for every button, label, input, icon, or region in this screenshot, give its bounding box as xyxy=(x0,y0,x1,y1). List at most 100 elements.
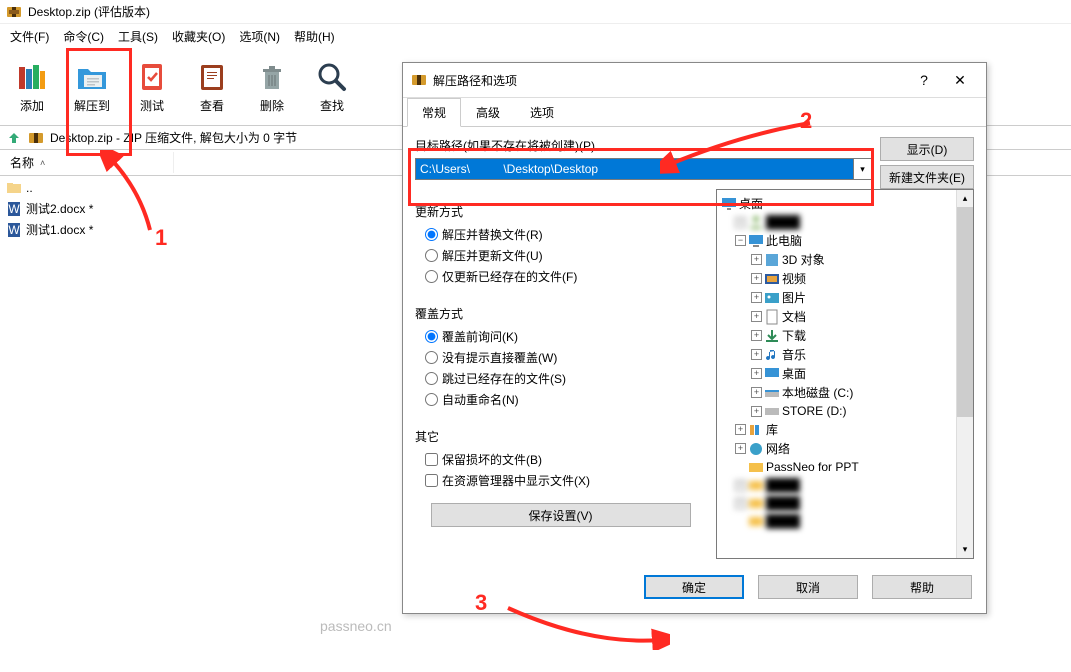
magnifier-icon xyxy=(316,61,348,93)
3d-icon xyxy=(764,252,780,268)
archive-icon xyxy=(28,130,44,146)
path-label: 目标路径(如果不存在将被创建)(P) xyxy=(415,137,872,154)
menu-options[interactable]: 选项(N) xyxy=(233,26,286,47)
menu-file[interactable]: 文件(F) xyxy=(4,26,55,47)
dialog-help-button[interactable]: ? xyxy=(906,69,942,91)
docx-icon: W xyxy=(6,201,22,217)
book-icon xyxy=(196,61,228,93)
tree-item-music[interactable]: +音乐 xyxy=(721,345,971,364)
user-icon xyxy=(748,214,764,230)
test-button[interactable]: 测试 xyxy=(122,51,182,123)
expand-icon[interactable]: + xyxy=(735,443,746,454)
tree-item-pictures[interactable]: +图片 xyxy=(721,288,971,307)
expand-icon[interactable]: + xyxy=(735,217,746,228)
tab-options[interactable]: 选项 xyxy=(515,98,569,127)
dialog-titlebar: 解压路径和选项 ? ✕ xyxy=(403,63,986,98)
save-settings-button[interactable]: 保存设置(V) xyxy=(431,503,691,527)
pictures-icon xyxy=(764,290,780,306)
find-label: 查找 xyxy=(320,97,344,114)
destination-path-input[interactable] xyxy=(415,158,854,180)
folder-open-icon xyxy=(76,61,108,93)
find-button[interactable]: 查找 xyxy=(302,51,362,123)
new-folder-button[interactable]: 新建文件夹(E) xyxy=(880,165,974,189)
radio-skip-existing[interactable]: 跳过已经存在的文件(S) xyxy=(415,368,706,389)
collapse-icon[interactable]: − xyxy=(735,235,746,246)
tab-advanced[interactable]: 高级 xyxy=(461,98,515,127)
menu-tools[interactable]: 工具(S) xyxy=(112,26,164,47)
view-button[interactable]: 查看 xyxy=(182,51,242,123)
expand-icon[interactable]: + xyxy=(751,387,762,398)
tree-item-folder[interactable]: ████ xyxy=(721,512,971,530)
desktop-icon xyxy=(764,366,780,382)
tree-item-documents[interactable]: +文档 xyxy=(721,307,971,326)
expand-icon[interactable]: + xyxy=(735,480,746,491)
check-keep-broken[interactable]: 保留损坏的文件(B) xyxy=(415,449,706,470)
winrar-icon xyxy=(411,72,427,88)
tree-item-disk-d[interactable]: +STORE (D:) xyxy=(721,402,971,420)
tree-item-downloads[interactable]: +下载 xyxy=(721,326,971,345)
delete-button[interactable]: 删除 xyxy=(242,51,302,123)
scroll-thumb[interactable] xyxy=(957,207,973,417)
expand-icon[interactable]: + xyxy=(751,292,762,303)
expand-icon[interactable]: + xyxy=(735,424,746,435)
group-other: 其它 保留损坏的文件(B) 在资源管理器中显示文件(X) xyxy=(415,424,706,495)
folder-tree[interactable]: 桌面 +████ −此电脑 +3D 对象 +视频 +图片 +文档 +下载 +音乐… xyxy=(716,189,974,559)
music-icon xyxy=(764,347,780,363)
tree-scrollbar[interactable]: ▴ ▾ xyxy=(956,190,973,558)
add-label: 添加 xyxy=(20,97,44,114)
radio-ask-overwrite[interactable]: 覆盖前询问(K) xyxy=(415,326,706,347)
menu-favorites[interactable]: 收藏夹(O) xyxy=(166,26,231,47)
radio-overwrite-noask[interactable]: 没有提示直接覆盖(W) xyxy=(415,347,706,368)
tree-item-thispc[interactable]: −此电脑 xyxy=(721,231,971,250)
expand-icon[interactable]: + xyxy=(751,254,762,265)
expand-icon[interactable]: + xyxy=(735,498,746,509)
ok-button[interactable]: 确定 xyxy=(644,575,744,599)
cancel-button[interactable]: 取消 xyxy=(758,575,858,599)
dialog-close-button[interactable]: ✕ xyxy=(942,69,978,91)
expand-icon[interactable]: + xyxy=(751,273,762,284)
tree-item-desktop[interactable]: 桌面 xyxy=(721,194,971,213)
tree-item-desktop2[interactable]: +桌面 xyxy=(721,364,971,383)
tree-item-user[interactable]: +████ xyxy=(721,213,971,231)
tree-item-folder-passneo[interactable]: PassNeo for PPT xyxy=(721,458,971,476)
help-button[interactable]: 帮助 xyxy=(872,575,972,599)
tree-item-folder[interactable]: +████ xyxy=(721,476,971,494)
folder-icon xyxy=(748,513,764,529)
radio-auto-rename[interactable]: 自动重命名(N) xyxy=(415,389,706,410)
tree-item-libraries[interactable]: +库 xyxy=(721,420,971,439)
downloads-icon xyxy=(764,328,780,344)
tree-item-disk-c[interactable]: +本地磁盘 (C:) xyxy=(721,383,971,402)
radio-extract-replace[interactable]: 解压并替换文件(R) xyxy=(415,224,706,245)
scroll-up-button[interactable]: ▴ xyxy=(957,190,973,207)
extract-to-button[interactable]: 解压到 xyxy=(62,51,122,123)
folder-up-icon xyxy=(6,180,22,196)
tree-item-folder[interactable]: +████ xyxy=(721,494,971,512)
tree-item-network[interactable]: +网络 xyxy=(721,439,971,458)
menu-command[interactable]: 命令(C) xyxy=(57,26,110,47)
tree-item-3dobjects[interactable]: +3D 对象 xyxy=(721,250,971,269)
radio-fresh-only[interactable]: 仅更新已经存在的文件(F) xyxy=(415,266,706,287)
expand-icon[interactable]: + xyxy=(751,311,762,322)
expand-icon[interactable]: + xyxy=(751,330,762,341)
add-button[interactable]: 添加 xyxy=(2,51,62,123)
list-item-name: .. xyxy=(26,181,33,195)
list-item-name: 测试2.docx * xyxy=(26,200,93,217)
path-dropdown-button[interactable]: ▾ xyxy=(854,158,872,180)
winrar-icon xyxy=(6,4,22,20)
show-button[interactable]: 显示(D) xyxy=(880,137,974,161)
expand-icon[interactable]: + xyxy=(751,349,762,360)
tree-item-video[interactable]: +视频 xyxy=(721,269,971,288)
dialog-footer: 确定 取消 帮助 xyxy=(403,567,986,613)
check-show-in-explorer[interactable]: 在资源管理器中显示文件(X) xyxy=(415,470,706,491)
scroll-down-button[interactable]: ▾ xyxy=(957,541,973,558)
expand-icon[interactable]: + xyxy=(751,368,762,379)
extract-dialog: 解压路径和选项 ? ✕ 常规 高级 选项 目标路径(如果不存在将被创建)(P) … xyxy=(402,62,987,614)
watermark: passneo.cn xyxy=(320,618,392,634)
scroll-track[interactable] xyxy=(957,207,973,541)
radio-extract-update[interactable]: 解压并更新文件(U) xyxy=(415,245,706,266)
expand-icon[interactable]: + xyxy=(751,406,762,417)
menu-help[interactable]: 帮助(H) xyxy=(288,26,341,47)
clipboard-check-icon xyxy=(136,61,168,93)
column-name[interactable]: 名称 ˄ xyxy=(4,152,174,173)
tab-general[interactable]: 常规 xyxy=(407,98,461,127)
